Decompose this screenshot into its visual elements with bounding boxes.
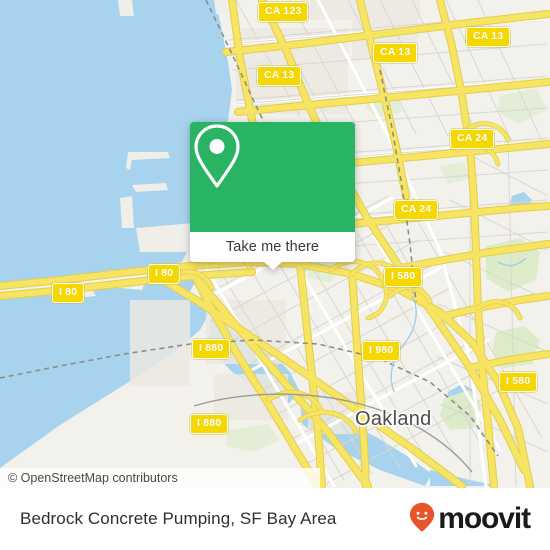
road-shield: CA 13 [466,27,511,47]
footer-bar: Bedrock Concrete Pumping, SF Bay Area mo… [0,488,550,550]
map-attribution-text: © OpenStreetMap contributors [8,471,178,485]
road-shield: I 580 [499,372,538,392]
map-canvas[interactable]: CA 123 CA 13 CA 13 CA 13 CA 24 CA 24 I 8… [0,0,550,488]
road-shield: CA 13 [373,43,418,63]
city-label-oakland: Oakland [355,408,432,430]
road-shield: I 80 [52,283,85,303]
popup-pointer-tail [263,262,282,270]
moovit-wordmark: moovit [438,502,531,535]
road-shield: I 880 [192,339,231,359]
popup-cta[interactable]: Take me there [190,232,355,270]
road-shield: I 880 [190,414,229,434]
road-shield: I 80 [148,264,181,284]
location-popup[interactable]: Take me there [190,122,355,270]
place-title: Bedrock Concrete Pumping, SF Bay Area [20,509,337,528]
popup-icon-panel [190,122,355,232]
road-shield: CA 123 [258,2,309,22]
road-shield: I 980 [362,341,401,361]
moovit-smiley-pin-icon [409,502,435,537]
road-shield: CA 13 [257,66,302,86]
moovit-logo[interactable]: moovit [409,502,531,537]
road-shield: CA 24 [450,129,495,149]
map-attribution: © OpenStreetMap contributors [0,468,320,488]
popup-cta-label: Take me there [225,239,320,255]
road-shield: CA 24 [394,200,439,220]
screenshot-root: CA 123 CA 13 CA 13 CA 13 CA 24 CA 24 I 8… [0,0,550,550]
road-shield: I 580 [384,267,423,287]
